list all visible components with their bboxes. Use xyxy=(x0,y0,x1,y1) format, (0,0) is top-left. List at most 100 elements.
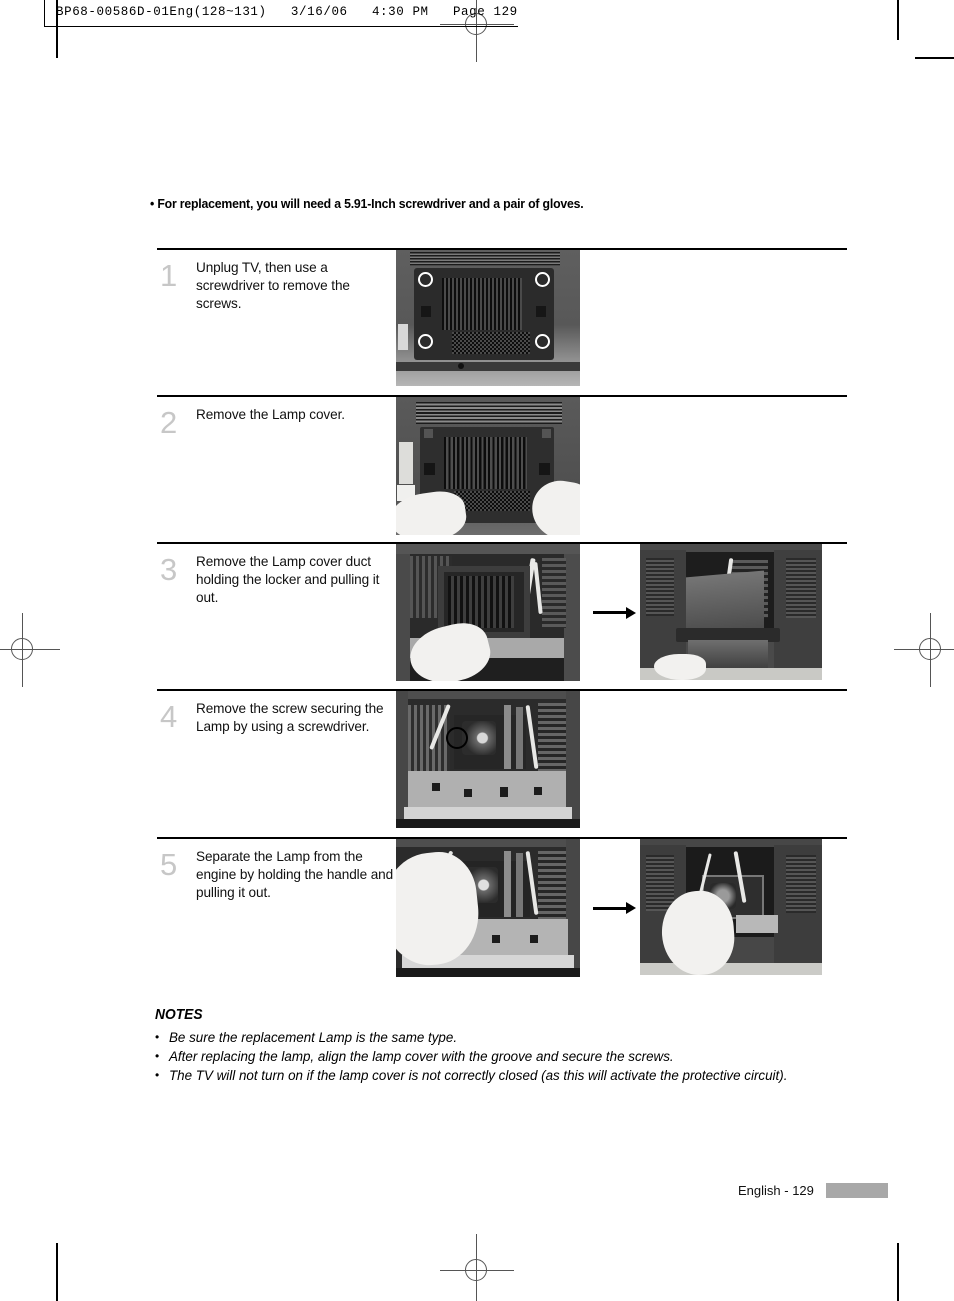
registration-mark-left xyxy=(0,613,60,687)
step-number: 2 xyxy=(160,405,178,440)
screw-boss-right xyxy=(542,429,551,438)
bullet-icon: • xyxy=(155,1068,160,1083)
cabinet-bottom-trim xyxy=(396,362,580,371)
document-page: BP68-00586D-01Eng(128~131) 3/16/06 4:30 … xyxy=(0,0,954,1301)
page-footer-label: English - 129 xyxy=(738,1183,814,1198)
screw-head-center-bottom xyxy=(458,363,464,369)
vertical-post-right xyxy=(516,853,523,917)
step-media-group xyxy=(396,397,580,535)
side-label xyxy=(398,324,408,350)
step-row: 4 Remove the screw securing the Lamp by … xyxy=(157,689,847,837)
note-text: The TV will not turn on if the lamp cove… xyxy=(169,1068,788,1084)
panel-tab-right xyxy=(536,306,546,317)
step-instruction: Separate the Lamp from the engine by hol… xyxy=(196,849,394,901)
step-instruction: Remove the Lamp cover duct holding the l… xyxy=(196,554,380,606)
step-number: 5 xyxy=(160,847,178,882)
process-arrow-container xyxy=(580,606,640,619)
pcb-right xyxy=(538,851,566,925)
panel-tab-left xyxy=(424,463,435,475)
cabinet-bottom xyxy=(396,968,580,977)
crop-mark-bottom-left-vertical xyxy=(56,1243,58,1301)
step-row: 1 Unplug TV, then use a screwdriver to r… xyxy=(157,248,847,395)
table-surface xyxy=(640,963,822,975)
note-text: Be sure the replacement Lamp is the same… xyxy=(169,1030,458,1045)
registration-mark-bottom xyxy=(440,1234,514,1301)
vertical-post-left xyxy=(504,705,511,769)
step-photo xyxy=(396,397,580,535)
crop-mark-bottom-right-vertical xyxy=(897,1243,899,1301)
deck-fastener-b xyxy=(492,935,500,943)
note-item: • After replacing the lamp, align the la… xyxy=(155,1047,855,1066)
step-media-group xyxy=(396,544,822,681)
cabinet-frame-top xyxy=(396,691,580,699)
note-text: After replacing the lamp, align the lamp… xyxy=(169,1049,674,1065)
cabinet-frame-top xyxy=(396,544,580,554)
arrow-right-icon xyxy=(593,606,636,619)
vertical-post-left xyxy=(504,851,511,917)
screw-boss-left xyxy=(424,429,433,438)
cabinet-right-vent xyxy=(786,558,816,618)
process-arrow-container xyxy=(580,902,640,914)
arrow-right-icon xyxy=(593,902,636,914)
cabinet-frame-top xyxy=(396,839,580,847)
registration-mark-right xyxy=(894,613,954,687)
top-vent-grille xyxy=(410,252,560,266)
glove-hand xyxy=(654,654,706,680)
lamp-screw-highlight-circle xyxy=(446,727,468,749)
cabinet-right-vent xyxy=(786,855,816,913)
cabinet-frame-left xyxy=(396,544,410,681)
step-number: 4 xyxy=(160,699,178,734)
bullet-icon: • xyxy=(155,1049,160,1064)
footer-accent-bar xyxy=(826,1183,888,1198)
removed-duct-body xyxy=(686,570,764,636)
step-row: 2 Remove the Lamp cover. xyxy=(157,395,847,542)
step-row: 3 Remove the Lamp cover duct holding the… xyxy=(157,542,847,689)
deck-fastener-b xyxy=(464,789,472,797)
header-rule-vertical xyxy=(44,0,45,27)
deck-fastener-c xyxy=(530,935,538,943)
panel-slat-vents xyxy=(442,278,522,330)
crop-mark-top-right-horizontal xyxy=(915,57,954,59)
note-item: • Be sure the replacement Lamp is the sa… xyxy=(155,1028,855,1047)
duct-inner-fins xyxy=(448,576,514,628)
step-instruction: Remove the screw securing the Lamp by us… xyxy=(196,701,384,735)
header-rule-horizontal xyxy=(44,26,518,27)
chassis-deck xyxy=(736,915,778,933)
print-header-text: BP68-00586D-01Eng(128~131) 3/16/06 4:30 … xyxy=(56,5,518,19)
panel-dot-vents xyxy=(452,332,530,354)
screw-highlight-bottom-right xyxy=(535,334,550,349)
step-number: 3 xyxy=(160,552,178,587)
cabinet-bottom xyxy=(396,819,580,828)
notes-section: NOTES • Be sure the replacement Lamp is … xyxy=(155,1006,855,1085)
crop-mark-top-right-vertical xyxy=(897,0,899,40)
step-photo xyxy=(396,839,580,977)
step-photo xyxy=(640,544,822,680)
step-photo xyxy=(396,250,580,386)
cabinet-left-vent xyxy=(646,855,674,911)
step-media-group xyxy=(396,691,580,828)
cabinet-left-vent xyxy=(646,558,674,616)
panel-dot-vents xyxy=(454,491,530,511)
warning-sticker xyxy=(399,442,413,484)
pcb-right xyxy=(538,703,566,777)
top-vent-grille xyxy=(416,402,562,424)
deck-fastener-d xyxy=(534,787,542,795)
step-media-group xyxy=(396,250,580,386)
screw-highlight-top-left xyxy=(418,272,433,287)
step-row: 5 Separate the Lamp from the engine by h… xyxy=(157,837,847,984)
cabinet-frame-right xyxy=(564,544,580,681)
panel-tab-right xyxy=(539,463,550,475)
intro-requirements-line: • For replacement, you will need a 5.91-… xyxy=(150,196,584,211)
panel-slat-vents xyxy=(444,437,528,489)
deck-fastener-a xyxy=(432,783,440,791)
step-photo xyxy=(396,691,580,828)
screw-highlight-top-right xyxy=(535,272,550,287)
panel-tab-left xyxy=(421,306,431,317)
note-item: • The TV will not turn on if the lamp co… xyxy=(155,1066,855,1085)
step-instruction: Unplug TV, then use a screwdriver to rem… xyxy=(196,260,350,312)
deck-fastener-c xyxy=(500,787,508,797)
step-photo xyxy=(396,544,580,681)
pcb-right xyxy=(542,558,566,628)
vertical-post-right xyxy=(516,707,523,769)
step-instruction: Remove the Lamp cover. xyxy=(196,407,345,422)
